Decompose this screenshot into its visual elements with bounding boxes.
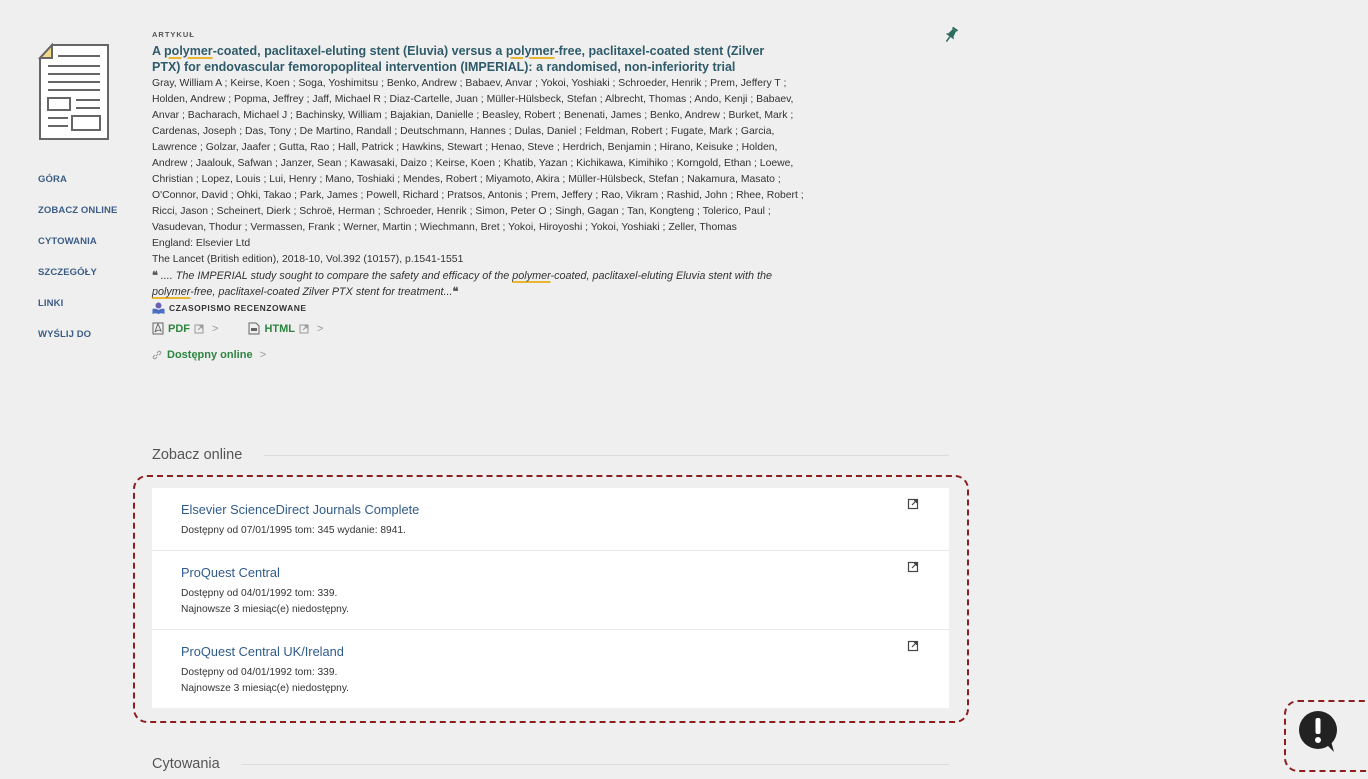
chevron-right-icon: > xyxy=(259,349,266,361)
pdf-label: PDF xyxy=(168,322,190,335)
service-availability: Dostępny od 04/01/1992 tom: 339. xyxy=(181,667,338,678)
record-title[interactable]: A polymer-coated, paclitaxel-eluting ste… xyxy=(152,43,912,75)
chevron-right-icon: > xyxy=(212,322,219,335)
title-part: -free, paclitaxel-coated stent (Zilver xyxy=(554,44,765,58)
chevron-right-icon: > xyxy=(316,322,324,335)
title-part: A xyxy=(152,44,165,58)
section-title: Zobacz online xyxy=(152,447,243,463)
section-divider xyxy=(241,763,949,765)
publisher: England: Elsevier Ltd xyxy=(152,238,251,249)
service-availability: Dostępny od 04/01/1992 tom: 339. xyxy=(181,588,338,599)
snippet-part: -free, paclitaxel-coated Zilver PTX sten… xyxy=(190,286,453,298)
authors-line: Holden, Andrew ; Popma, Jeffrey ; Jaff, … xyxy=(152,94,794,105)
title-highlight: polymer xyxy=(505,44,555,58)
nav-item-view-online[interactable]: ZOBACZ ONLINE xyxy=(38,205,117,216)
section-header-view-online: Zobacz online xyxy=(152,447,949,463)
link-icon xyxy=(152,350,162,360)
external-link-icon xyxy=(299,324,309,333)
authors-line: O'Connor, David ; Ohki, Takao ; Park, Ja… xyxy=(152,190,804,201)
peer-reviewed-label: CZASOPISMO RECENZOWANE xyxy=(169,303,307,313)
nav-item-top[interactable]: GÓRA xyxy=(38,174,67,185)
available-online-label: Dostępny online xyxy=(167,349,253,361)
authors-line: Vasudevan, Thodur ; Vermassen, Frank ; W… xyxy=(152,222,737,233)
snippet: ❝ .... The IMPERIAL study sought to comp… xyxy=(152,268,912,300)
authors-line: Ricci, Jason ; Scheinert, Dierk ; Schroë… xyxy=(152,206,771,217)
snippet-highlight: polymer xyxy=(152,286,191,298)
feedback-icon[interactable] xyxy=(1298,710,1338,754)
snippet-highlight: polymer xyxy=(512,270,551,282)
nav-item-details[interactable]: SZCZEGÓŁY xyxy=(38,267,97,278)
external-link-icon[interactable] xyxy=(907,640,919,652)
section-header-citations: Cytowania xyxy=(152,756,949,772)
pdf-link[interactable]: PDF > xyxy=(152,322,218,335)
external-link-icon[interactable] xyxy=(907,498,919,510)
service-name-link[interactable]: ProQuest Central UK/Ireland xyxy=(181,644,921,659)
service-name-link[interactable]: ProQuest Central xyxy=(181,565,921,580)
close-quote-icon: ❝ xyxy=(452,286,459,298)
authors-line: Andrew ; Jaalouk, Safwan ; Janzer, Sean … xyxy=(152,158,794,169)
section-title: Cytowania xyxy=(152,756,220,772)
snippet-part: .... The IMPERIAL study sought to compar… xyxy=(157,270,513,282)
title-part: -coated, paclitaxel-eluting stent (Eluvi… xyxy=(212,44,506,58)
service-note: Najnowsze 3 miesiąc(e) niedostępny. xyxy=(181,683,349,694)
nav-item-citations[interactable]: CYTOWANIA xyxy=(38,236,97,247)
authors-line: Cardenas, Joseph ; Das, Tony ; De Martin… xyxy=(152,126,775,137)
service-name-link[interactable]: Elsevier ScienceDirect Journals Complete xyxy=(181,502,921,517)
full-text-links: PDF > HTML > xyxy=(152,322,912,335)
section-divider xyxy=(264,454,949,456)
pin-icon[interactable] xyxy=(944,26,958,44)
snippet-part: -coated, paclitaxel-eluting Eluvia stent… xyxy=(550,270,772,282)
online-services-list: Elsevier ScienceDirect Journals Complete… xyxy=(152,488,949,708)
nav-item-send-to[interactable]: WYŚLIJ DO xyxy=(38,329,91,340)
authors-line: Lawrence ; Golzar, Jaafer ; Gutta, Rao ;… xyxy=(152,142,778,153)
peer-reviewed-badge: CZASOPISMO RECENZOWANE xyxy=(152,302,912,314)
peer-reviewed-icon xyxy=(152,302,165,314)
title-line-2: PTX) for endovascular femoropopliteal in… xyxy=(152,60,736,74)
authors-line: Christian ; Lopez, Louis ; Lui, Henry ; … xyxy=(152,174,781,185)
service-availability: Dostępny od 07/01/1995 tom: 345 wydanie:… xyxy=(181,525,406,536)
service-item: ProQuest Central Dostępny od 04/01/1992 … xyxy=(152,551,949,630)
service-note: Najnowsze 3 miesiąc(e) niedostępny. xyxy=(181,604,349,615)
external-link-icon[interactable] xyxy=(907,561,919,573)
authors-list: Gray, William A ; Keirse, Koen ; Soga, Y… xyxy=(152,76,912,236)
authors-line: Gray, William A ; Keirse, Koen ; Soga, Y… xyxy=(152,78,787,89)
service-item: Elsevier ScienceDirect Journals Complete… xyxy=(152,488,949,551)
source: The Lancet (British edition), 2018-10, V… xyxy=(152,254,464,265)
title-highlight: polymer xyxy=(164,44,213,58)
nav-item-links[interactable]: LINKI xyxy=(38,298,63,309)
external-link-icon xyxy=(194,324,204,333)
service-item: ProQuest Central UK/Ireland Dostępny od … xyxy=(152,630,949,708)
pdf-icon xyxy=(152,322,164,335)
authors-line: Anvar ; Bacharach, Michael J ; Bachinsky… xyxy=(152,110,794,121)
html-link[interactable]: HTML > xyxy=(248,322,323,335)
html-label: HTML xyxy=(264,322,295,335)
record-type-label: ARTYKUŁ xyxy=(152,30,195,39)
available-online-link[interactable]: Dostępny online > xyxy=(152,349,912,361)
record-details: ARTYKUŁ A polymer-coated, paclitaxel-elu… xyxy=(152,30,912,361)
article-document-icon xyxy=(38,42,109,140)
html-icon xyxy=(248,322,260,335)
